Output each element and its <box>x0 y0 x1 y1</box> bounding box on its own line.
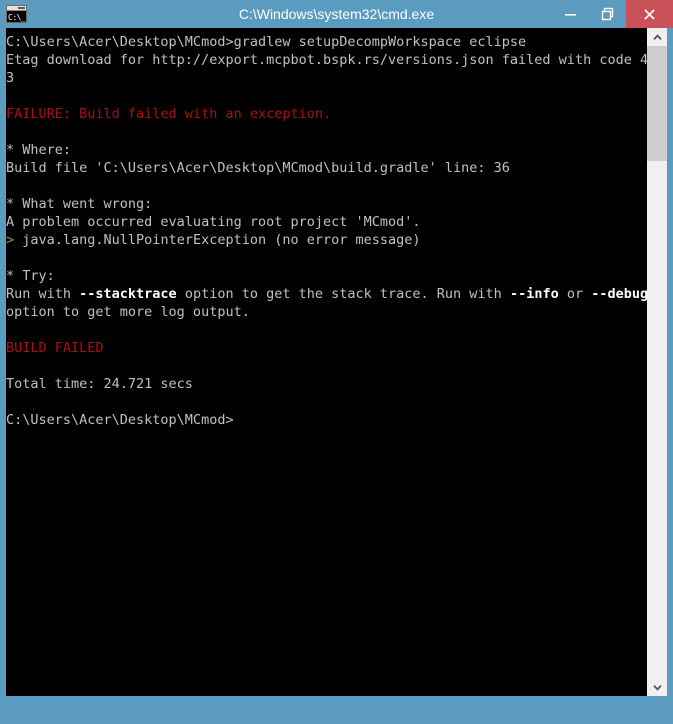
console-text-span: --debug <box>591 286 649 302</box>
console-line: C:\Users\Acer\Desktop\MCmod>gradlew setu… <box>6 33 647 51</box>
console-text-span: --stacktrace <box>79 286 177 302</box>
console-line: BUILD FAILED <box>6 339 647 357</box>
console-line: * Where: <box>6 141 647 159</box>
console-text-span: * Try: <box>6 268 55 284</box>
console-line: Etag download for http://export.mcpbot.b… <box>6 51 656 69</box>
minimize-button[interactable] <box>552 0 589 28</box>
chevron-up-icon <box>652 33 662 40</box>
console-line: A problem occurred evaluating root proje… <box>6 213 647 231</box>
console-text-span: A problem occurred evaluating root proje… <box>6 214 421 230</box>
icon-title-strip <box>7 6 26 11</box>
console-text-span: --info <box>509 286 559 302</box>
window-controls <box>552 0 673 28</box>
console-text-span: FAILURE: Build failed with an exception. <box>6 106 332 122</box>
console-text-span: Total time: 24.721 secs <box>6 376 193 392</box>
scroll-down-arrow[interactable] <box>647 678 667 696</box>
close-icon <box>644 8 655 20</box>
icon-screen-text: C:\_ <box>7 11 26 22</box>
console-line: 3 <box>6 69 647 87</box>
console-text-span: 3 <box>6 70 15 86</box>
console-line: * What went wrong: <box>6 195 647 213</box>
console-client-area[interactable]: C:\Users\Acer\Desktop\MCmod>gradlew setu… <box>6 28 667 696</box>
console-text-span: Run with <box>6 286 80 302</box>
close-button[interactable] <box>626 0 673 28</box>
console-line: option to get more log output. <box>6 303 647 321</box>
chevron-down-icon <box>652 684 662 691</box>
console-text-span: Build file 'C:\Users\Acer\Desktop\MCmod\… <box>6 160 510 176</box>
scroll-thumb[interactable] <box>647 46 667 161</box>
console-text-span: Etag download for http://export.mcpbot.b… <box>6 52 657 68</box>
console-line: Run with --stacktrace option to get the … <box>6 285 649 303</box>
console-output: C:\Users\Acer\Desktop\MCmod>gradlew setu… <box>6 28 656 429</box>
console-text-span: * Where: <box>6 142 72 158</box>
console-text-span: java.lang.NullPointerException (no error… <box>14 232 421 248</box>
console-line: C:\Users\Acer\Desktop\MCmod> <box>6 411 647 429</box>
minimize-icon <box>565 13 576 16</box>
console-text-span: option to get more log output. <box>6 304 250 320</box>
cmd-window: C:\_ C:\Windows\system32\cmd.exe C:\User… <box>0 0 673 724</box>
scroll-up-arrow[interactable] <box>647 28 667 46</box>
console-line: Build file 'C:\Users\Acer\Desktop\MCmod\… <box>6 159 647 177</box>
console-text-span: option to get the stack trace. Run with <box>176 286 510 302</box>
console-text-span: > <box>6 232 15 248</box>
cmd-console-icon: C:\_ <box>6 5 27 23</box>
console-text-span: or <box>558 286 592 302</box>
restore-button[interactable] <box>589 0 626 28</box>
vertical-scrollbar[interactable] <box>647 28 667 696</box>
title-bar[interactable]: C:\_ C:\Windows\system32\cmd.exe <box>0 0 673 28</box>
console-line: Total time: 24.721 secs <box>6 375 647 393</box>
console-text-span: C:\Users\Acer\Desktop\MCmod> <box>6 412 234 428</box>
console-line: FAILURE: Build failed with an exception. <box>6 105 647 123</box>
console-text-span: * What went wrong: <box>6 196 153 212</box>
console-line: * Try: <box>6 267 647 285</box>
restore-icon <box>601 7 613 21</box>
console-line: > java.lang.NullPointerException (no err… <box>6 231 647 249</box>
console-text-span: BUILD FAILED <box>6 340 104 356</box>
console-text-span: C:\Users\Acer\Desktop\MCmod>gradlew setu… <box>6 34 527 50</box>
